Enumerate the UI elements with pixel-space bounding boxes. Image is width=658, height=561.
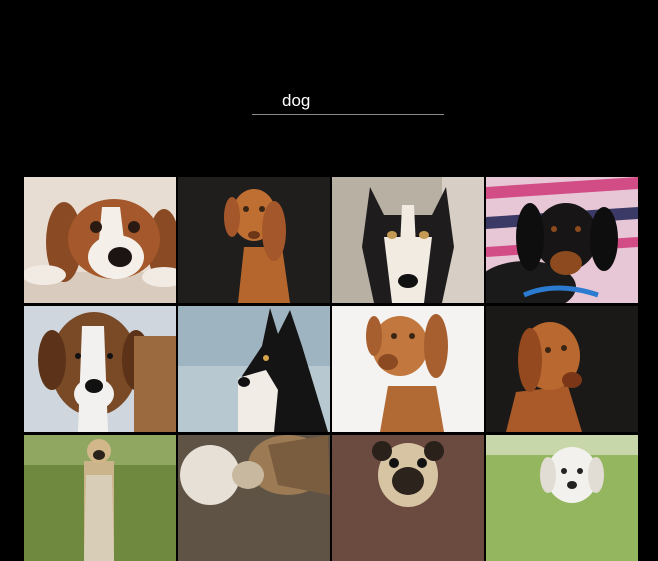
image-result-5[interactable] (24, 306, 176, 432)
image-result-9[interactable] (24, 435, 176, 561)
vizsla-portrait-image (486, 306, 638, 432)
image-result-10[interactable] (178, 435, 330, 561)
image-result-7[interactable] (332, 306, 484, 432)
dog-and-cat-image (178, 435, 330, 561)
dachshund-image (486, 177, 638, 303)
image-result-1[interactable] (24, 177, 176, 303)
vizsla-tilt-image (332, 306, 484, 432)
search-input[interactable] (252, 88, 444, 114)
image-result-2[interactable] (178, 177, 330, 303)
husky-image (332, 177, 484, 303)
image-result-4[interactable] (486, 177, 638, 303)
image-results-grid (24, 177, 638, 561)
image-result-6[interactable] (178, 306, 330, 432)
image-result-8[interactable] (486, 306, 638, 432)
husky-profile-image (178, 306, 330, 432)
cavalier-spaniel-image (24, 177, 176, 303)
search-bar[interactable] (252, 88, 444, 115)
pug-face-image (332, 435, 484, 561)
image-result-3[interactable] (332, 177, 484, 303)
saint-bernard-image (24, 306, 176, 432)
image-result-12[interactable] (486, 435, 638, 561)
pug-grass-image (24, 435, 176, 561)
image-result-11[interactable] (332, 435, 484, 561)
white-puppy-image (486, 435, 638, 561)
vizsla-image (178, 177, 330, 303)
